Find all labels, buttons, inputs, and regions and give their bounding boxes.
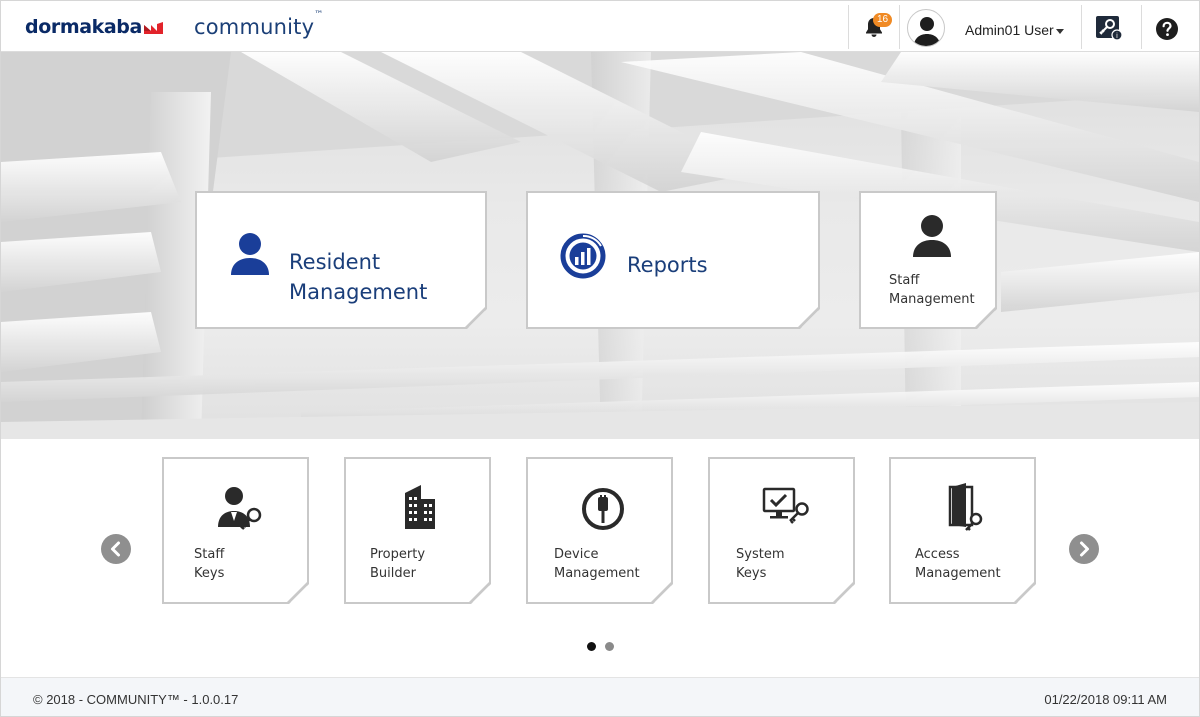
user-avatar-icon bbox=[914, 17, 940, 46]
tile-device-management[interactable]: Device Management bbox=[526, 457, 673, 604]
header-divider bbox=[1081, 5, 1082, 49]
usb-device-icon bbox=[581, 487, 625, 531]
tile-resident-management[interactable]: Resident Management bbox=[195, 191, 487, 329]
chevron-right-icon bbox=[1080, 541, 1089, 557]
footer-bar: © 2018 - COMMUNITY™ - 1.0.0.17 01/22/201… bbox=[1, 677, 1199, 716]
tile-property-builder[interactable]: Property Builder bbox=[344, 457, 491, 604]
tile-label-line1: Resident bbox=[289, 250, 381, 274]
carousel-dot[interactable] bbox=[605, 642, 614, 651]
tile-label-line2: Management bbox=[889, 292, 975, 307]
header-divider bbox=[848, 5, 849, 49]
tile-label-line1: Staff bbox=[889, 273, 920, 288]
building-icon bbox=[403, 485, 437, 529]
tile-label-line2: Management bbox=[915, 566, 1001, 581]
resident-user-icon bbox=[229, 231, 271, 277]
tile-label-line2: Builder bbox=[370, 566, 416, 581]
brand-logo-text[interactable]: dormakaba bbox=[25, 16, 142, 38]
tile-label-line2: Keys bbox=[194, 566, 225, 581]
tile-label-line1: Access bbox=[915, 547, 960, 562]
svg-text:i: i bbox=[1116, 32, 1118, 40]
brand-mark-icon bbox=[144, 22, 163, 34]
header-divider bbox=[1141, 5, 1142, 49]
tile-corner-fold bbox=[831, 580, 855, 604]
header-divider bbox=[899, 5, 900, 49]
tile-system-keys[interactable]: System Keys bbox=[708, 457, 855, 604]
tile-staff-management[interactable]: Staff Management bbox=[859, 191, 997, 329]
tile-corner-fold bbox=[1012, 580, 1036, 604]
top-header: dormakaba community™ 16 Admin01 User i bbox=[1, 1, 1199, 52]
tile-label-line2: Keys bbox=[736, 566, 767, 581]
tile-label-line1: Staff bbox=[194, 547, 225, 562]
product-name: community™ bbox=[194, 10, 324, 39]
key-info-icon[interactable]: i bbox=[1095, 15, 1123, 41]
user-avatar[interactable] bbox=[907, 9, 945, 47]
tile-label-line2: Management bbox=[554, 566, 640, 581]
carousel-prev-button[interactable] bbox=[101, 534, 131, 564]
module-carousel: Staff Keys Property Builder Device Manag… bbox=[1, 439, 1199, 677]
staff-keys-icon bbox=[214, 485, 266, 533]
current-datetime: 01/22/2018 09:11 AM bbox=[1044, 692, 1167, 707]
notification-count-badge: 16 bbox=[873, 13, 892, 27]
tile-label-line1: Reports bbox=[627, 253, 708, 277]
tile-access-management[interactable]: Access Management bbox=[889, 457, 1036, 604]
tile-label-line2: Management bbox=[289, 280, 428, 304]
tile-corner-fold bbox=[649, 580, 673, 604]
app-window: dormakaba community™ 16 Admin01 User i R… bbox=[0, 0, 1200, 717]
tile-label-line1: Property bbox=[370, 547, 426, 562]
chevron-down-icon[interactable] bbox=[1056, 29, 1064, 34]
tile-reports[interactable]: Reports bbox=[526, 191, 820, 329]
copyright-text: © 2018 - COMMUNITY™ - 1.0.0.17 bbox=[33, 692, 239, 707]
tile-label-line1: Device bbox=[554, 547, 599, 562]
tile-label-line1: System bbox=[736, 547, 785, 562]
tile-corner-fold bbox=[285, 580, 309, 604]
tile-staff-keys[interactable]: Staff Keys bbox=[162, 457, 309, 604]
chevron-left-icon bbox=[111, 541, 120, 557]
hero-banner: Resident Management Reports Staff Manage… bbox=[1, 52, 1199, 439]
door-key-icon bbox=[948, 483, 984, 533]
staff-user-icon bbox=[912, 213, 952, 259]
system-keys-icon bbox=[762, 487, 812, 527]
reports-chart-icon bbox=[560, 233, 606, 279]
carousel-dot-active[interactable] bbox=[587, 642, 596, 651]
tile-corner-fold bbox=[467, 580, 491, 604]
user-menu-label[interactable]: Admin01 User bbox=[965, 22, 1054, 38]
carousel-next-button[interactable] bbox=[1069, 534, 1099, 564]
help-question-icon[interactable] bbox=[1155, 17, 1179, 41]
